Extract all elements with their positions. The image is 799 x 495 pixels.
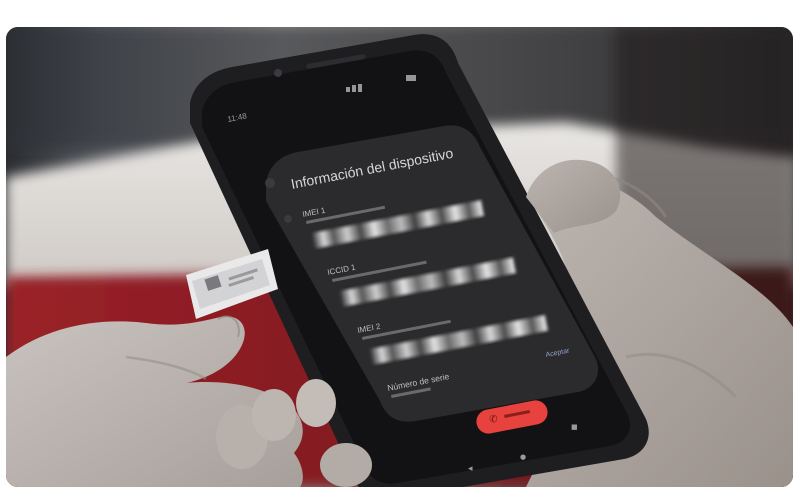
nav-recents-icon[interactable]: ■	[571, 423, 578, 431]
photo: 11:48 Información del dispositivo IMEI 1…	[6, 27, 793, 487]
nav-back-icon[interactable]: ◂	[468, 464, 473, 474]
photo-frame: 11:48 Información del dispositivo IMEI 1…	[6, 27, 793, 487]
underlying-radio	[284, 215, 292, 223]
front-camera-icon	[274, 69, 282, 77]
battery-icon	[406, 75, 416, 81]
underlying-radio	[265, 178, 275, 188]
nav-home-icon[interactable]: ●	[520, 453, 526, 461]
